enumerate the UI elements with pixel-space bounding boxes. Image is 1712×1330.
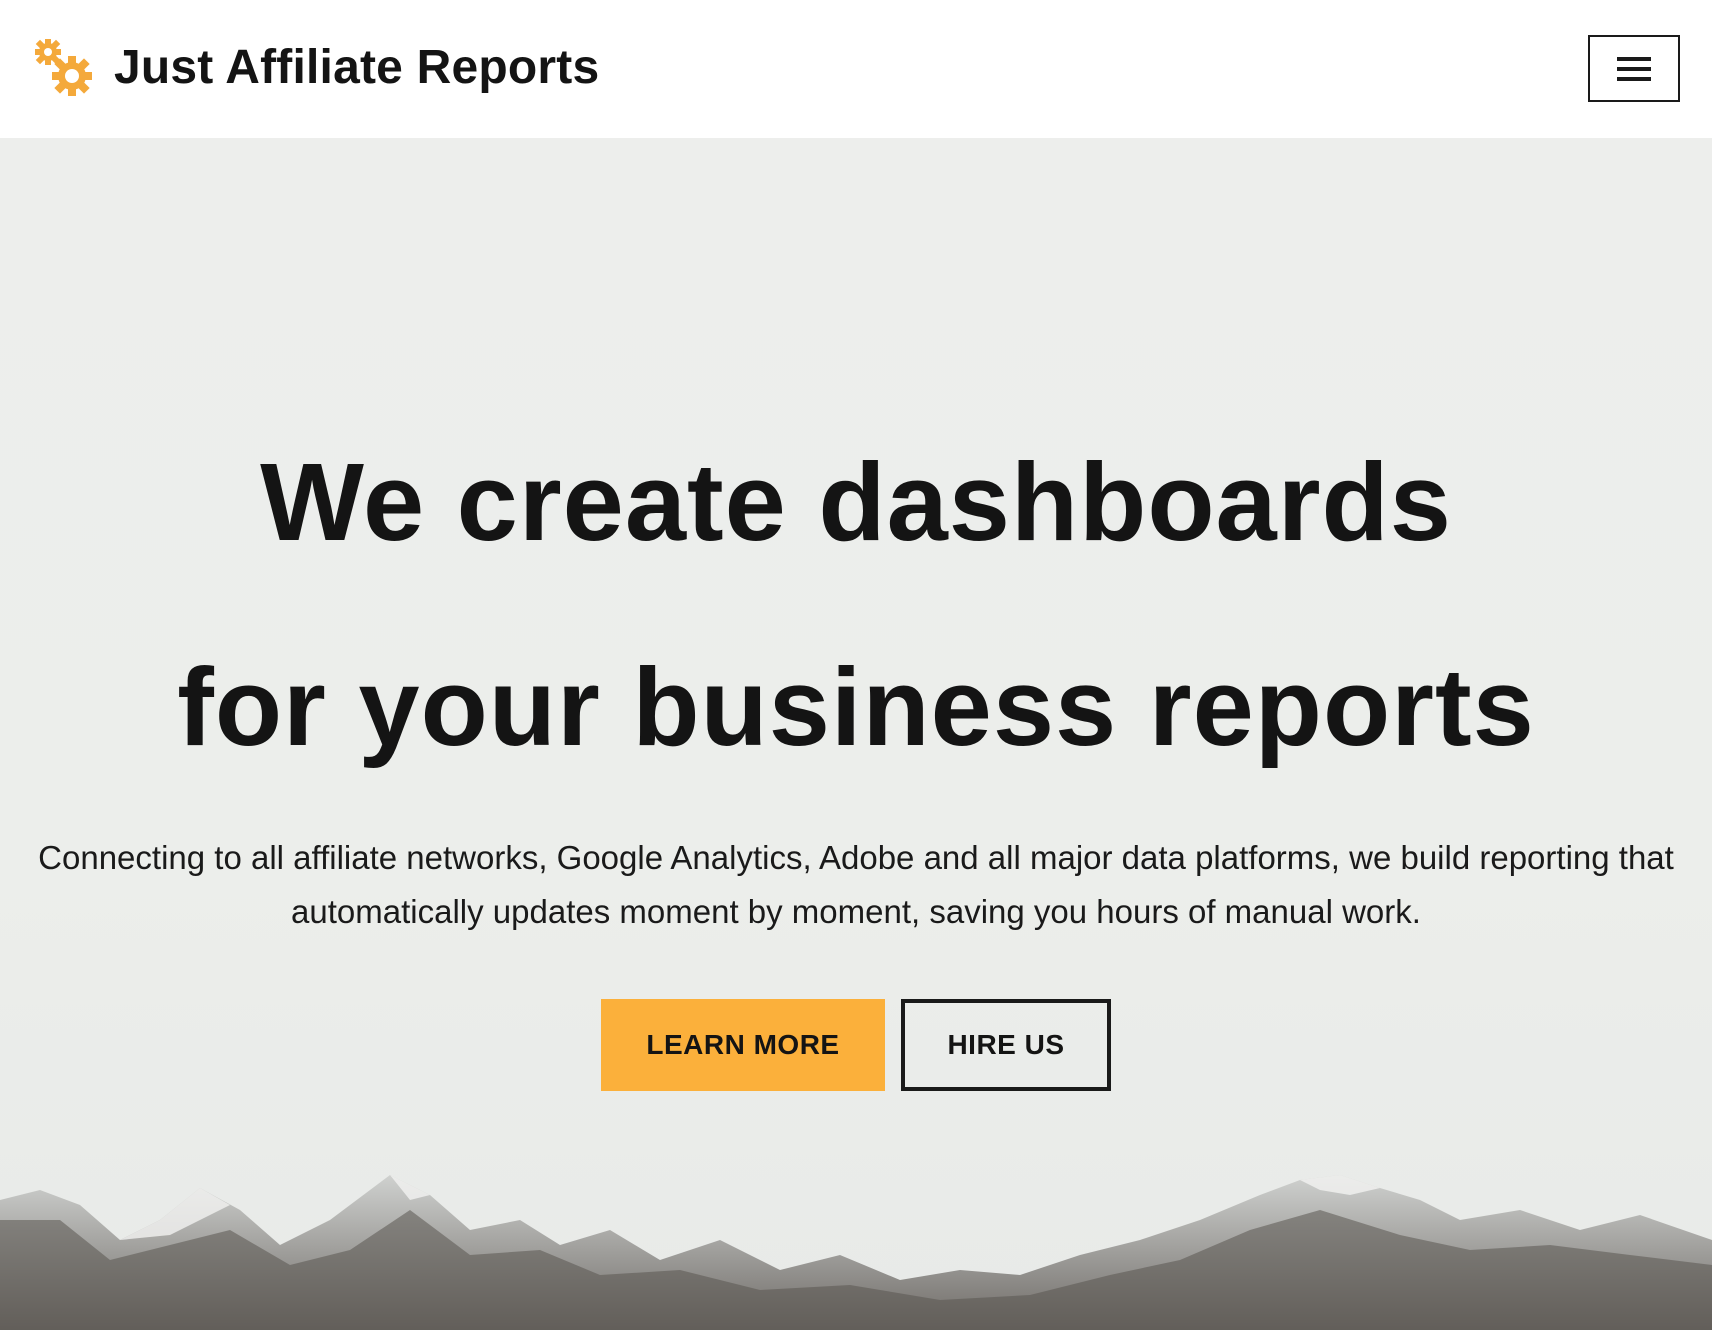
hire-us-button[interactable]: HIRE US [901, 999, 1111, 1091]
site-header: Just Affiliate Reports [0, 0, 1712, 138]
hero-subtitle-line1: Connecting to all affiliate networks, Go… [38, 839, 1674, 876]
hero-headline-line2: for your business reports [177, 646, 1535, 769]
site-title[interactable]: Just Affiliate Reports [114, 40, 599, 95]
learn-more-button[interactable]: LEARN MORE [601, 999, 885, 1091]
hamburger-menu-icon [1617, 56, 1651, 81]
hero-section: We create dashboards for your business r… [0, 138, 1712, 1330]
gears-icon[interactable] [30, 36, 98, 100]
mountains-background-image [0, 1175, 1712, 1330]
hero-headline-line1: We create dashboards [260, 441, 1452, 564]
menu-button[interactable] [1588, 35, 1680, 102]
hero-subtitle-line2: automatically updates moment by moment, … [291, 893, 1421, 930]
